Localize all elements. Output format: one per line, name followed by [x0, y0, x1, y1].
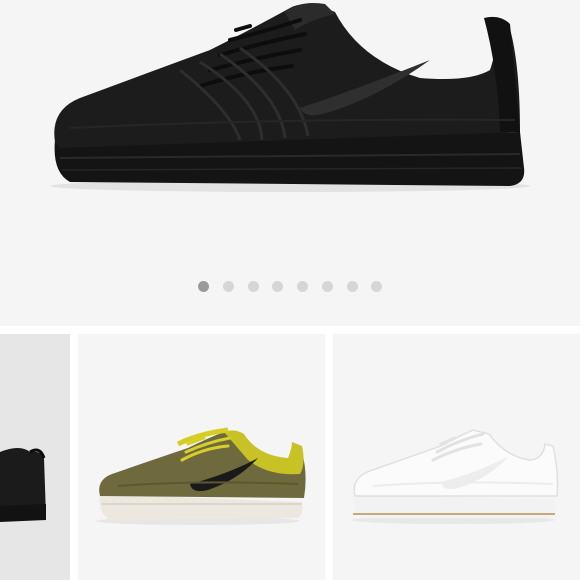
white-sneaker-thumbnail-image	[351, 429, 559, 524]
carousel-dot-8[interactable]	[371, 281, 382, 292]
carousel-dot-5[interactable]	[297, 281, 308, 292]
thumbnail-white-sneaker[interactable]	[333, 334, 580, 580]
divider	[0, 326, 580, 334]
carousel-dot-1[interactable]	[198, 281, 209, 292]
black-sneaker-hero-image	[50, 3, 530, 192]
carousel-dot-3[interactable]	[248, 281, 259, 292]
carousel-dot-7[interactable]	[347, 281, 358, 292]
thumbnail-black-sneaker[interactable]	[0, 334, 70, 580]
carousel-dot-2[interactable]	[223, 281, 234, 292]
thumbnail-olive-sneaker[interactable]	[78, 334, 325, 580]
black-sneaker-thumbnail-image	[0, 448, 46, 522]
olive-sneaker-thumbnail-image	[96, 427, 306, 525]
carousel-dot-6[interactable]	[322, 281, 333, 292]
carousel-pagination	[0, 281, 580, 293]
carousel-dot-4[interactable]	[272, 281, 283, 292]
hero-image-panel[interactable]	[0, 0, 580, 326]
